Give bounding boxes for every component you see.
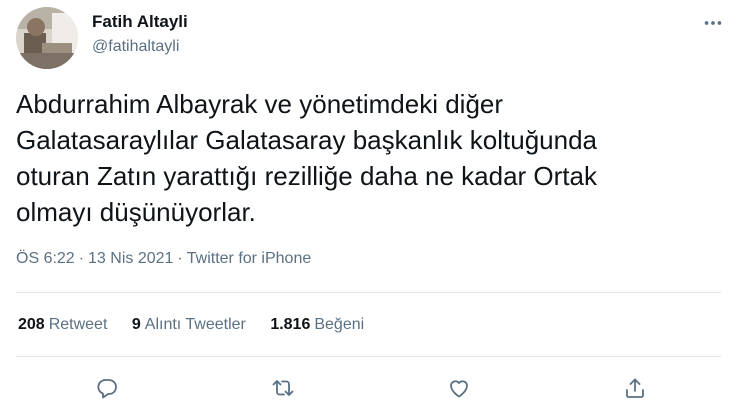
tweet-text-line: Galatasaraylılar Galatasaray başkanlık k… (16, 125, 597, 155)
meta-separator: · (177, 250, 183, 267)
reply-icon (97, 379, 117, 399)
avatar[interactable] (16, 7, 78, 69)
retweet-icon (272, 380, 294, 396)
share-button[interactable] (619, 372, 651, 404)
tweet-text-line: olmayı düşünüyorlar. (16, 197, 256, 227)
tweet-actions (0, 372, 737, 404)
divider (16, 356, 721, 357)
retweet-button[interactable] (267, 372, 299, 404)
retweets-stat[interactable]: 208 Retweet (18, 316, 107, 334)
meta-separator: · (78, 250, 85, 267)
more-horizontal-icon[interactable] (700, 10, 726, 36)
tweet-text-line: oturan Zatın yarattığı rezilliğe daha ne… (16, 161, 597, 191)
tweet-time: ÖS 6:22 (16, 250, 75, 267)
quote-tweets-count: 9 (131, 316, 141, 333)
quote-tweets-label: Alıntı Tweetler (144, 316, 246, 333)
tweet-stats: 208 Retweet 9 Alıntı Tweetler 1.816 Beğeni (18, 316, 384, 334)
tweet-text: Abdurrahim Albayrak ve yönetimdeki diğer… (16, 86, 716, 230)
avatar-image (16, 7, 78, 69)
likes-stat[interactable]: 1.816 Beğeni (270, 316, 364, 334)
tweet-time-link[interactable]: ÖS 6:22 · 13 Nis 2021 (16, 250, 173, 267)
likes-count: 1.816 (270, 316, 311, 333)
tweet-card: Fatih Altayli @fatihaltayli Abdurrahim A… (0, 0, 737, 418)
share-icon (626, 378, 644, 398)
tweet-meta: ÖS 6:22 · 13 Nis 2021 · Twitter for iPhone (16, 250, 311, 268)
author-handle[interactable]: @fatihaltayli (92, 38, 179, 56)
tweet-date: 13 Nis 2021 (88, 250, 174, 267)
tweet-source-link[interactable]: Twitter for iPhone (187, 250, 312, 267)
retweets-count: 208 (18, 316, 45, 333)
reply-button[interactable] (91, 372, 123, 404)
heart-icon (450, 380, 468, 398)
like-button[interactable] (443, 372, 475, 404)
quote-tweets-stat[interactable]: 9 Alıntı Tweetler (132, 316, 246, 334)
likes-label: Beğeni (314, 316, 365, 333)
divider (16, 292, 721, 293)
tweet-text-line: Abdurrahim Albayrak ve yönetimdeki diğer (16, 89, 504, 119)
retweets-label: Retweet (48, 316, 108, 333)
author-name[interactable]: Fatih Altayli (92, 12, 188, 32)
